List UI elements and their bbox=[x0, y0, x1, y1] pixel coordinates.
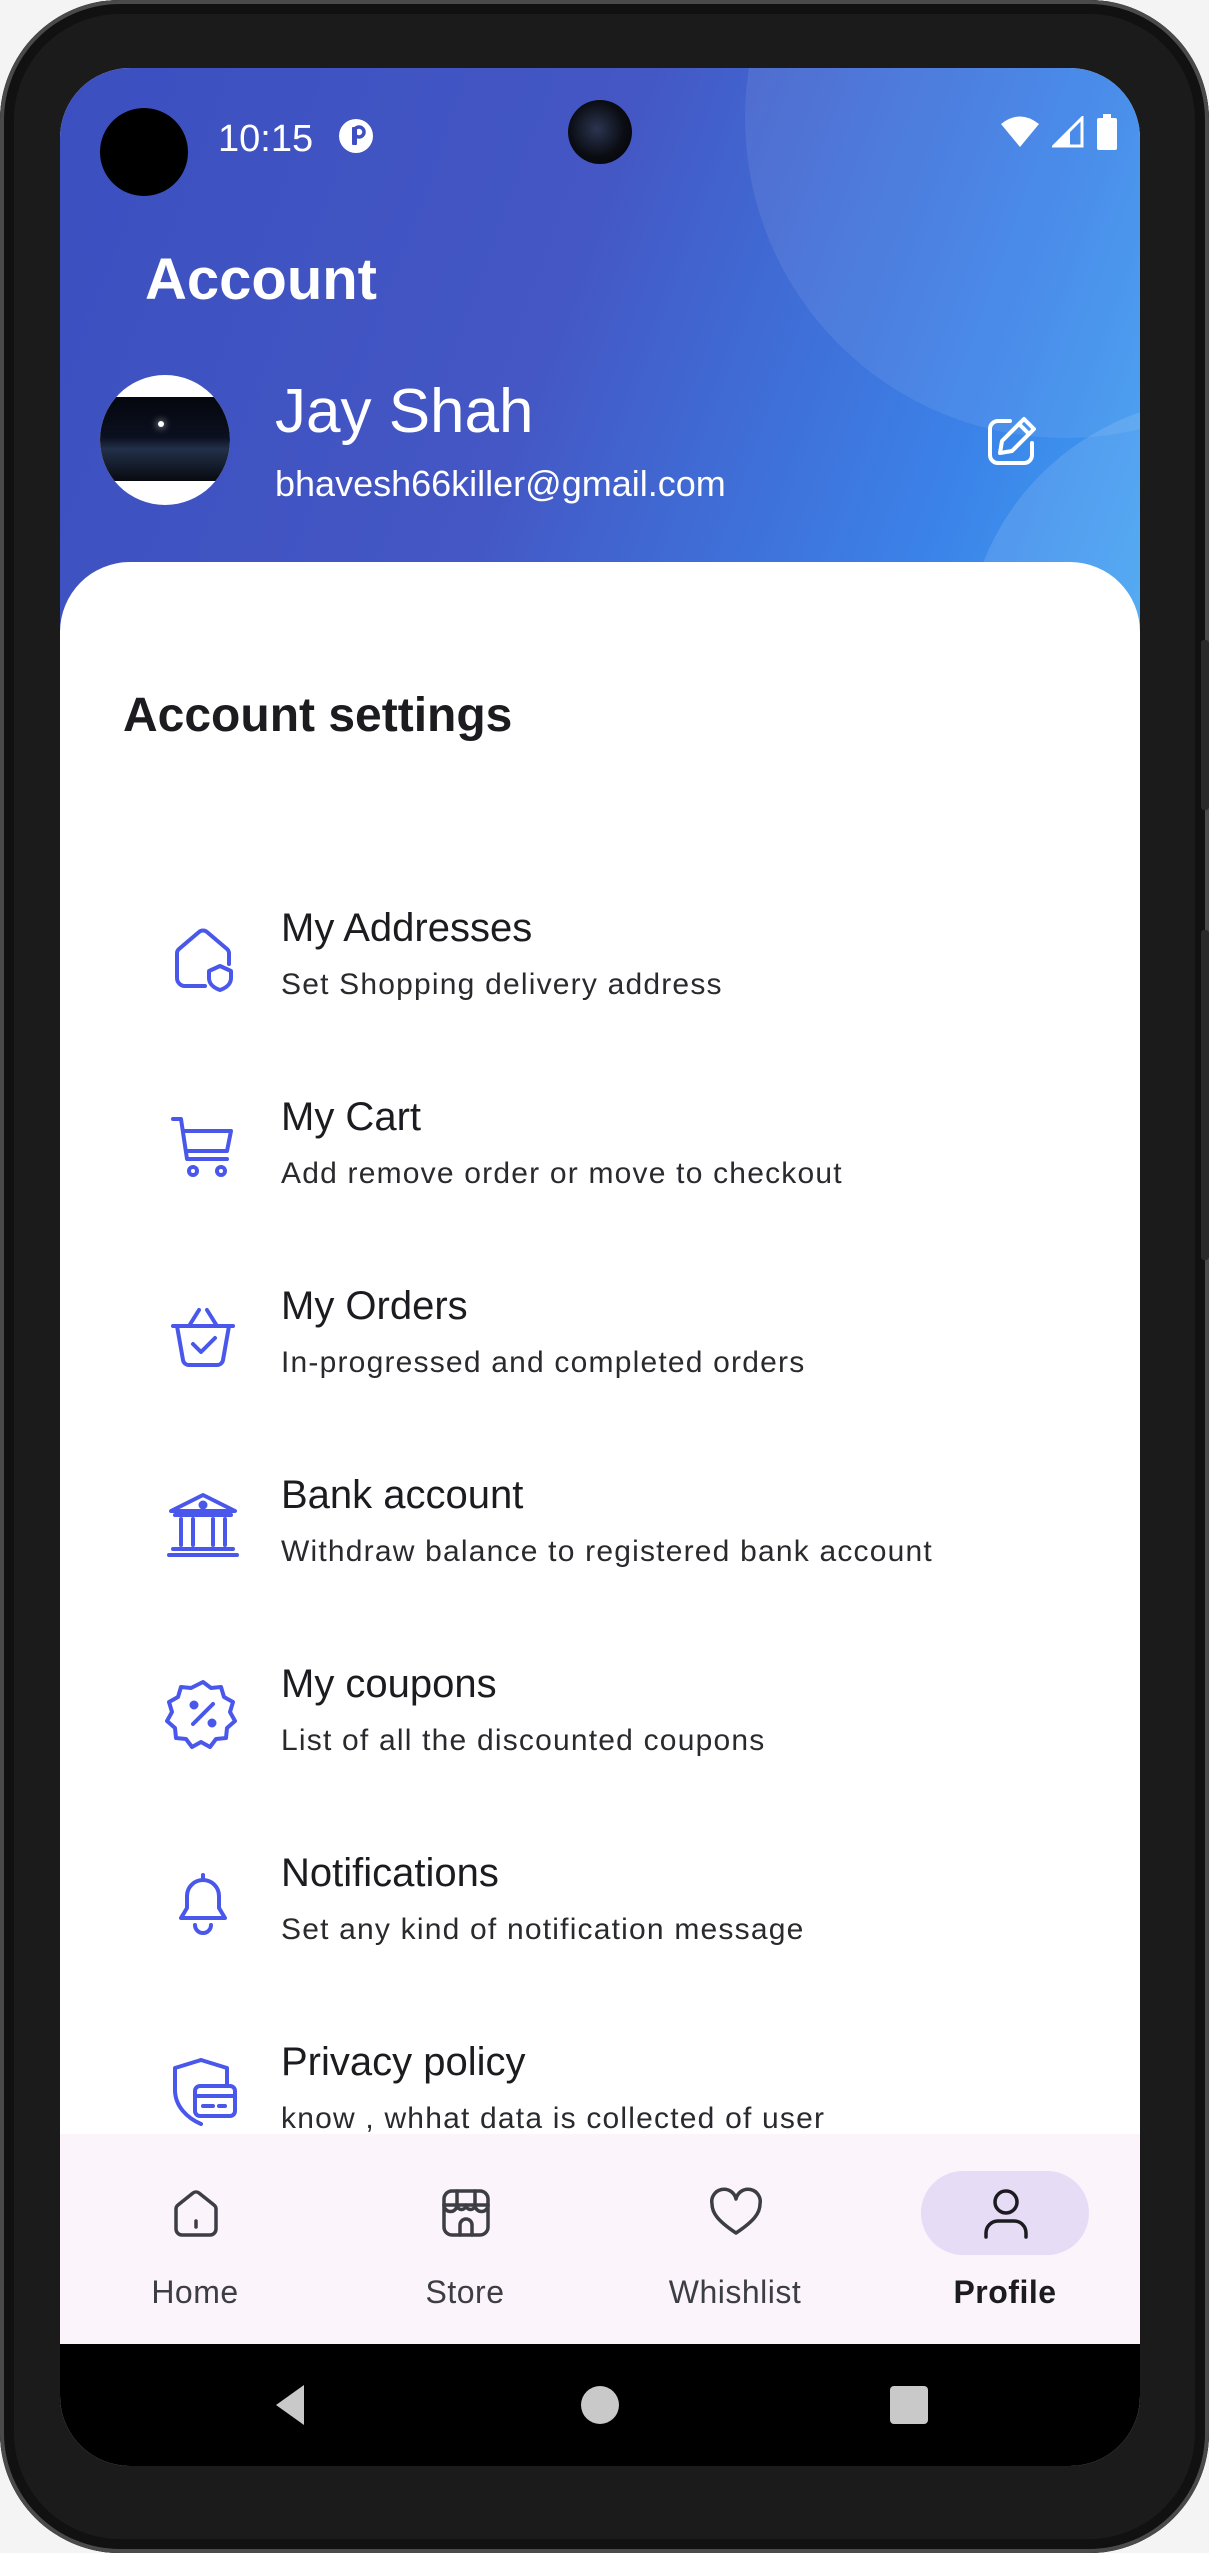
edit-icon[interactable] bbox=[984, 413, 1040, 469]
menu-item-my-cart[interactable]: My Cart Add remove order or move to chec… bbox=[60, 1057, 1140, 1237]
menu-item-subtitle: Set Shopping delivery address bbox=[281, 968, 723, 1001]
menu-item-my-orders[interactable]: My Orders In-progressed and completed or… bbox=[60, 1246, 1140, 1426]
recents-icon[interactable] bbox=[881, 2377, 937, 2433]
camera-cutout bbox=[100, 108, 188, 196]
discount-badge-icon bbox=[165, 1680, 237, 1749]
menu-item-my-addresses[interactable]: My Addresses Set Shopping delivery addre… bbox=[60, 868, 1140, 1048]
menu-item-title: Bank account bbox=[281, 1473, 524, 1517]
power-button bbox=[1201, 640, 1209, 810]
system-navigation-bar bbox=[60, 2344, 1140, 2466]
avatar[interactable] bbox=[100, 375, 230, 505]
screen: 10:15 Account Jay Shah bhavesh66killer@g… bbox=[60, 68, 1140, 2466]
wifi-icon bbox=[1001, 116, 1039, 147]
bottom-navigation: Home Store Whishlist Profile bbox=[60, 2134, 1140, 2344]
section-title: Account settings bbox=[123, 689, 513, 742]
home-circle-icon[interactable] bbox=[572, 2377, 628, 2433]
home-icon bbox=[174, 2190, 218, 2237]
user-email: bhavesh66killer@gmail.com bbox=[275, 463, 726, 504]
menu-item-subtitle: List of all the discounted coupons bbox=[281, 1724, 766, 1757]
phone-frame: 10:15 Account Jay Shah bhavesh66killer@g… bbox=[0, 0, 1209, 2553]
heart-icon bbox=[710, 2187, 762, 2235]
nav-item-store[interactable]: Store bbox=[330, 2134, 600, 2344]
menu-item-subtitle: Set any kind of notification message bbox=[281, 1913, 805, 1946]
menu-item-title: My coupons bbox=[281, 1662, 497, 1706]
cellular-signal-icon bbox=[1052, 116, 1084, 148]
menu-item-title: My Cart bbox=[281, 1095, 421, 1139]
menu-item-bank-account[interactable]: Bank account Withdraw balance to registe… bbox=[60, 1435, 1140, 1615]
nav-label: Profile bbox=[953, 2274, 1057, 2310]
menu-item-subtitle: know , whhat data is collected of user bbox=[281, 2102, 826, 2135]
menu-item-title: My Addresses bbox=[281, 906, 533, 950]
menu-item-notifications[interactable]: Notifications Set any kind of notificati… bbox=[60, 1813, 1140, 1993]
basket-check-icon bbox=[171, 1308, 235, 1367]
status-icons bbox=[1000, 114, 1118, 150]
status-bar: 10:15 bbox=[60, 68, 1140, 208]
menu-item-my-coupons[interactable]: My coupons List of all the discounted co… bbox=[60, 1624, 1140, 1804]
menu-item-title: Notifications bbox=[281, 1851, 499, 1895]
cart-icon bbox=[171, 1117, 233, 1177]
status-time: 10:15 bbox=[218, 118, 314, 160]
nav-item-whishlist[interactable]: Whishlist bbox=[600, 2134, 870, 2344]
store-icon bbox=[442, 2189, 490, 2237]
menu-item-title: Privacy policy bbox=[281, 2040, 526, 2084]
app-notification-icon bbox=[339, 119, 373, 153]
nav-label: Whishlist bbox=[668, 2274, 802, 2310]
user-icon bbox=[984, 2189, 1028, 2239]
volume-button bbox=[1201, 930, 1209, 1260]
battery-icon bbox=[1097, 114, 1117, 150]
avatar-moon bbox=[158, 421, 164, 427]
home-shield-icon bbox=[175, 928, 233, 992]
back-icon[interactable] bbox=[264, 2377, 320, 2433]
security-card-icon bbox=[173, 2058, 237, 2126]
menu-item-subtitle: Add remove order or move to checkout bbox=[281, 1157, 843, 1190]
avatar-image bbox=[100, 397, 230, 481]
menu-item-subtitle: Withdraw balance to registered bank acco… bbox=[281, 1535, 933, 1568]
bell-icon bbox=[179, 1873, 227, 1935]
page-title: Account bbox=[145, 247, 377, 312]
user-name: Jay Shah bbox=[275, 377, 534, 446]
bank-icon bbox=[167, 1493, 239, 1557]
nav-label: Store bbox=[425, 2274, 505, 2310]
nav-label: Home bbox=[151, 2274, 239, 2310]
nav-item-profile[interactable]: Profile bbox=[870, 2134, 1140, 2344]
menu-item-subtitle: In-progressed and completed orders bbox=[281, 1346, 806, 1379]
nav-item-home[interactable]: Home bbox=[60, 2134, 330, 2344]
menu-item-title: My Orders bbox=[281, 1284, 468, 1328]
front-camera bbox=[568, 100, 632, 164]
